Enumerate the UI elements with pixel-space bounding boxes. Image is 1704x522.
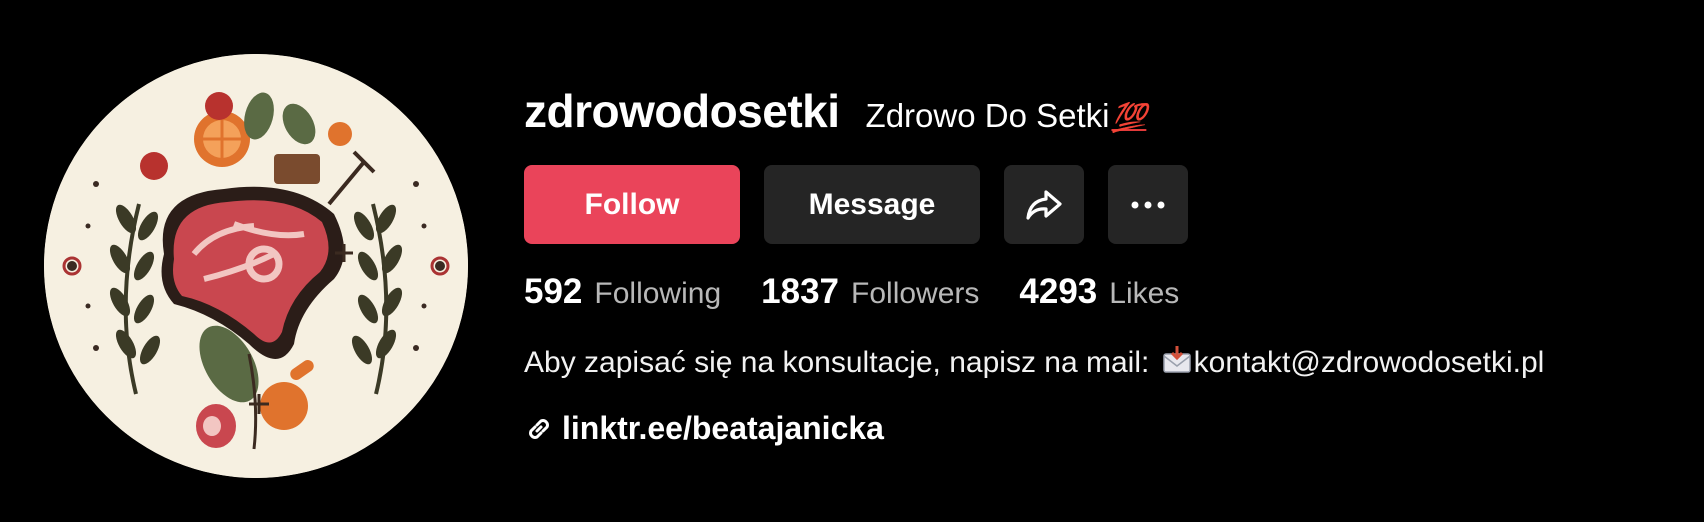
- share-arrow-icon: [1026, 189, 1062, 220]
- following-label: Following: [594, 277, 722, 310]
- stat-followers[interactable]: 1837 Followers: [761, 272, 979, 312]
- following-count: 592: [524, 272, 583, 311]
- profile-link[interactable]: linktr.ee/beatajanicka: [524, 410, 884, 447]
- stats-row: 592 Following 1837 Followers 4293 Likes: [524, 272, 1219, 312]
- follow-button[interactable]: Follow: [524, 165, 740, 244]
- message-button[interactable]: Message: [764, 165, 980, 244]
- more-dots-icon: [1131, 201, 1165, 208]
- link-icon: [529, 418, 549, 439]
- username: zdrowodosetki: [524, 85, 840, 137]
- action-buttons: Follow Message: [524, 165, 1188, 244]
- profile-avatar[interactable]: [44, 54, 468, 478]
- likes-label: Likes: [1109, 277, 1180, 310]
- nickname: Zdrowo Do Setki: [865, 97, 1110, 134]
- followers-count: 1837: [761, 272, 840, 311]
- more-button[interactable]: [1108, 165, 1188, 244]
- hundred-points-icon: 💯: [1111, 102, 1147, 133]
- avatar-illustration: [44, 54, 468, 478]
- incoming-envelope-icon: [1162, 344, 1192, 382]
- link-url[interactable]: linktr.ee/beatajanicka: [562, 410, 884, 447]
- name-row: zdrowodosetki Zdrowo Do Setki 💯: [524, 84, 1146, 138]
- stat-following[interactable]: 592 Following: [524, 272, 721, 312]
- bio-email: kontakt@zdrowodosetki.pl: [1193, 346, 1545, 379]
- followers-label: Followers: [851, 277, 980, 310]
- stat-likes: 4293 Likes: [1019, 272, 1179, 312]
- bio: Aby zapisać się na konsultacje, napisz n…: [524, 344, 1544, 382]
- bio-text: Aby zapisać się na konsultacje, napisz n…: [524, 346, 1158, 379]
- likes-count: 4293: [1019, 272, 1098, 311]
- share-button[interactable]: [1004, 165, 1084, 244]
